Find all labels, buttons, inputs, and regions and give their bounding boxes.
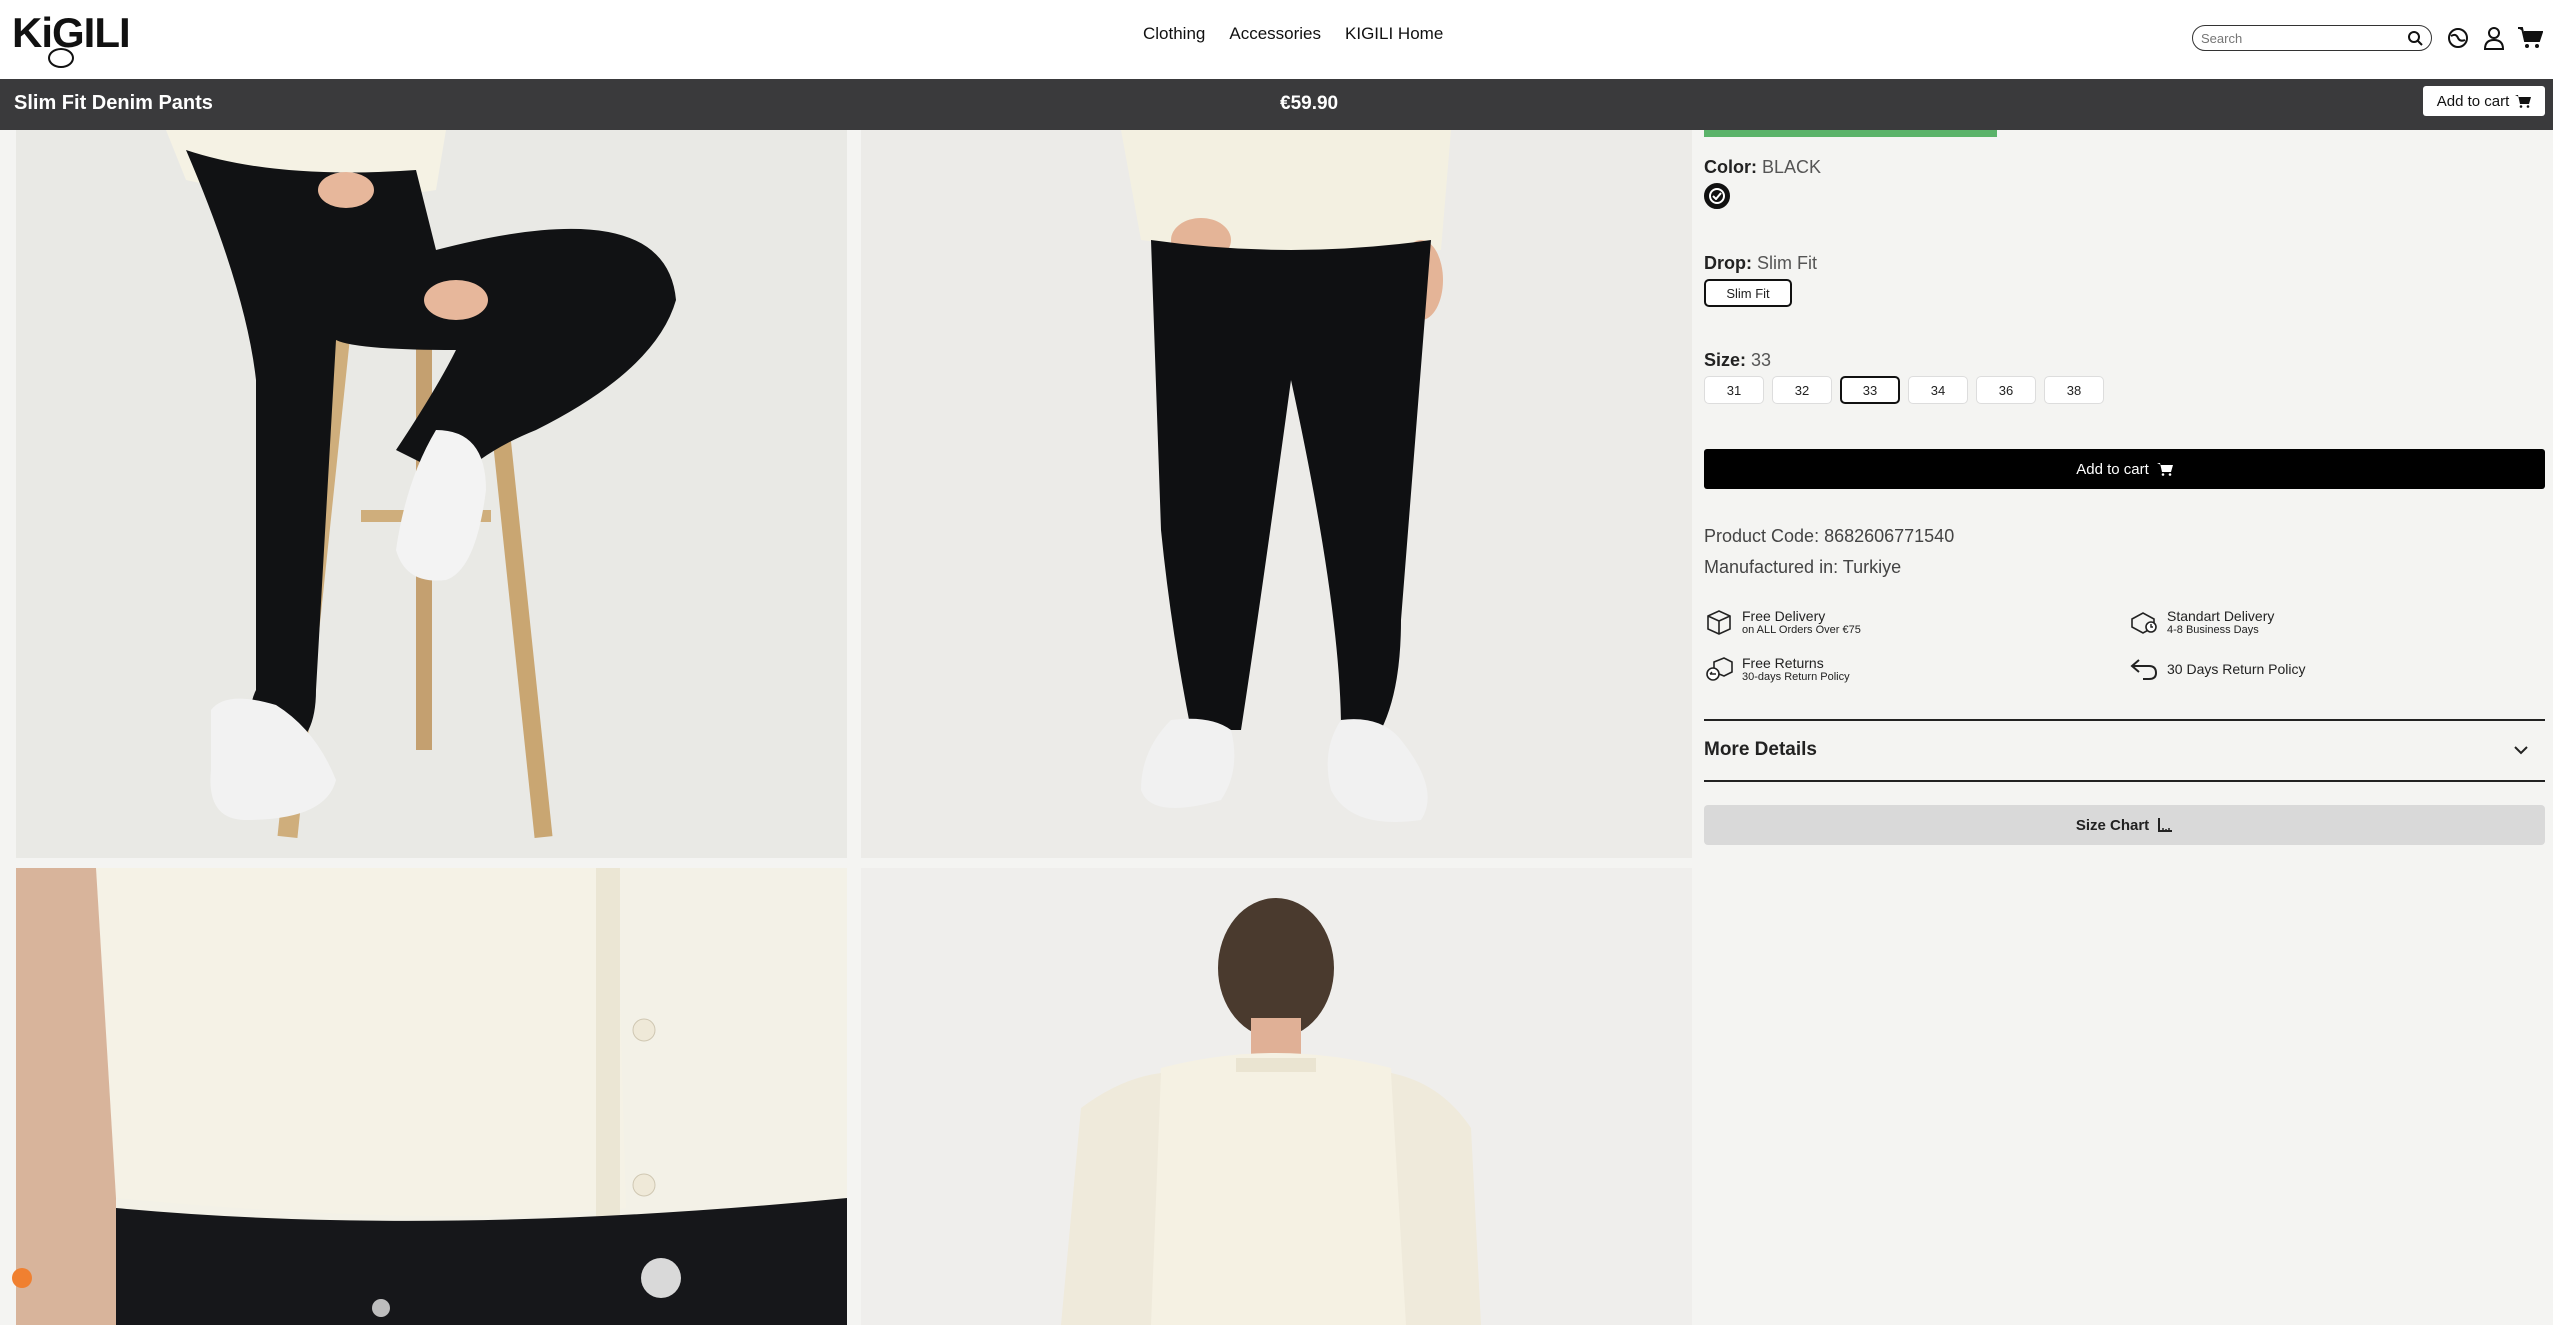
user-icon[interactable] <box>2480 24 2508 52</box>
size-option-34[interactable]: 34 <box>1908 376 1968 404</box>
search-box <box>2192 25 2432 51</box>
cart-plus-icon <box>2515 95 2532 108</box>
ruler-icon <box>2158 818 2173 832</box>
color-label: Color: <box>1704 157 1757 177</box>
product-title: Slim Fit Denim Pants <box>14 92 213 114</box>
feature-subtitle: 4-8 Business Days <box>2167 624 2259 636</box>
feature-free-delivery: Free Delivery on ALL Orders Over €75 <box>1704 607 1861 637</box>
color-swatch-black[interactable] <box>1704 183 1730 209</box>
drop-row: Drop: Slim Fit <box>1704 253 1817 274</box>
more-details-toggle[interactable]: More Details <box>1704 737 2545 763</box>
search-icon[interactable] <box>2407 30 2423 46</box>
feature-return-policy: 30 Days Return Policy <box>2129 656 2306 682</box>
feature-standard-delivery: Standart Delivery 4-8 Business Days <box>2129 607 2274 637</box>
feature-title: Standart Delivery <box>2167 608 2275 624</box>
size-option-38[interactable]: 38 <box>2044 376 2104 404</box>
drop-option-slim-fit[interactable]: Slim Fit <box>1704 279 1792 307</box>
delivery-icon <box>2131 612 2157 634</box>
cart-plus-icon <box>2156 463 2173 476</box>
feature-free-returns: Free Returns 30-days Return Policy <box>1704 654 1850 684</box>
product-image-2[interactable] <box>861 130 1692 858</box>
search-input[interactable] <box>2201 30 2407 46</box>
feature-title: Free Returns <box>1742 655 1824 671</box>
stock-progress-bar <box>1704 130 1997 137</box>
product-image-4[interactable] <box>861 868 1692 1325</box>
sticky-product-bar: Slim Fit Denim Pants €59.90 Add to cart <box>0 79 2553 130</box>
size-chart-button[interactable]: Size Chart <box>1704 805 2545 845</box>
feature-subtitle: on ALL Orders Over €75 <box>1742 624 1861 636</box>
main-nav: Clothing Accessories KIGILI Home <box>1143 24 1443 44</box>
return-box-icon <box>1706 657 1733 681</box>
globe-icon[interactable] <box>2444 24 2472 52</box>
drop-value: Slim Fit <box>1757 253 1818 273</box>
size-row: Size: 33 <box>1704 350 1771 371</box>
check-icon <box>1709 188 1725 204</box>
drop-label: Drop: <box>1704 253 1752 273</box>
size-option-33[interactable]: 33 <box>1840 376 1900 404</box>
product-image-1[interactable] <box>16 130 847 858</box>
product-code: Product Code: 8682606771540 <box>1704 526 1955 546</box>
cart-icon[interactable] <box>2516 24 2544 52</box>
feature-subtitle: 30-days Return Policy <box>1742 671 1850 683</box>
add-to-cart-label: Add to cart <box>2076 460 2149 478</box>
sticky-add-to-cart-button[interactable]: Add to cart <box>2423 86 2545 116</box>
box-icon <box>1707 610 1731 635</box>
chevron-down-icon <box>2514 746 2528 755</box>
size-value: 33 <box>1751 350 1772 370</box>
chat-widget-icon[interactable] <box>12 1268 32 1288</box>
divider-bottom <box>1704 780 2545 782</box>
site-header: KiGILI Clothing Accessories KIGILI Home <box>0 0 2553 79</box>
add-to-cart-button[interactable]: Add to cart <box>1704 449 2545 489</box>
size-option-32[interactable]: 32 <box>1772 376 1832 404</box>
nav-item-clothing[interactable]: Clothing <box>1143 24 1205 44</box>
feature-title: 30 Days Return Policy <box>2167 661 2306 677</box>
divider-top <box>1704 719 2545 721</box>
nav-item-accessories[interactable]: Accessories <box>1229 24 1321 44</box>
size-label: Size: <box>1704 350 1747 370</box>
product-price: €59.90 <box>1280 93 1339 114</box>
sticky-add-to-cart-label: Add to cart <box>2436 92 2510 110</box>
size-option-31[interactable]: 31 <box>1704 376 1764 404</box>
size-chart-label: Size Chart <box>2075 816 2150 834</box>
manufactured-in: Manufactured in: Turkiye <box>1704 557 1902 577</box>
kigili-logo[interactable]: KiGILI <box>12 8 131 68</box>
feature-title: Free Delivery <box>1742 608 1826 624</box>
return-arrow-icon <box>2130 659 2158 680</box>
color-row: Color: BLACK <box>1704 157 1821 178</box>
size-option-36[interactable]: 36 <box>1976 376 2036 404</box>
color-value: BLACK <box>1762 157 1822 177</box>
nav-item-kigili-home[interactable]: KIGILI Home <box>1345 24 1443 44</box>
product-image-3[interactable] <box>16 868 847 1325</box>
more-details-label: More Details <box>1704 739 1817 760</box>
logo-badge <box>48 48 74 68</box>
